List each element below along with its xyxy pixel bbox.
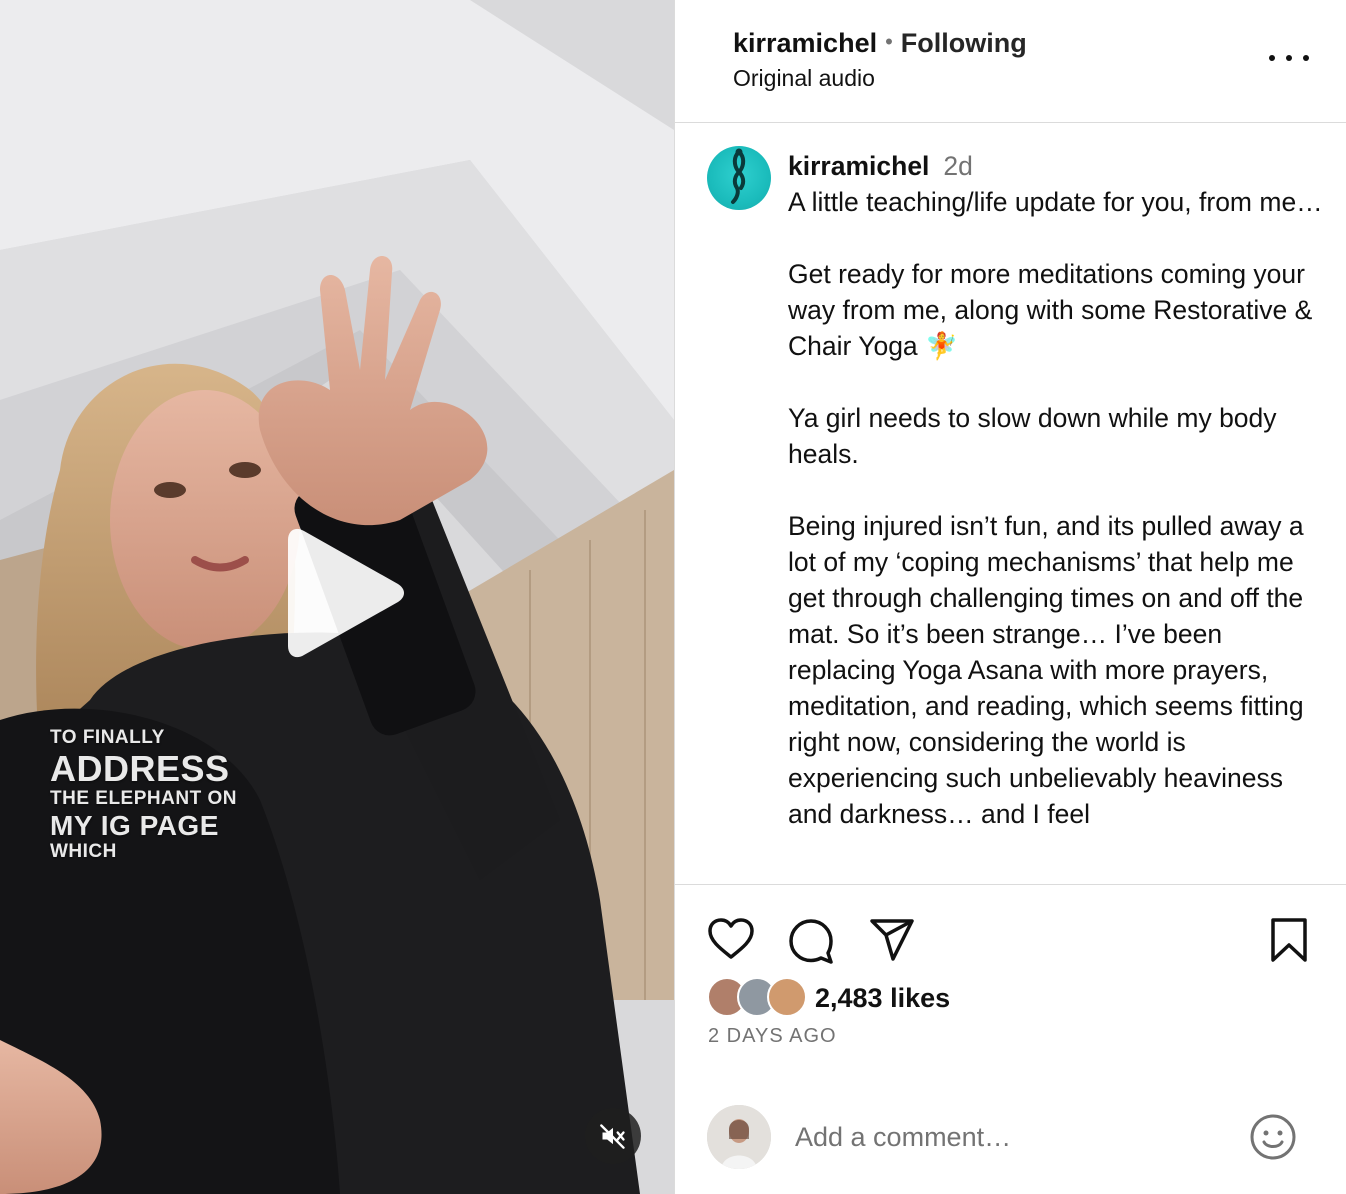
like-button[interactable] bbox=[707, 917, 755, 966]
caption-scroll-area[interactable]: kirramichel 2d A little teaching/life upd… bbox=[675, 124, 1346, 884]
overlay-line: ADDRESS bbox=[50, 748, 230, 789]
caption-paragraph: A little teaching/life update for you, f… bbox=[788, 187, 1323, 217]
comment-icon bbox=[789, 919, 833, 964]
post-time[interactable]: 2d bbox=[943, 151, 972, 181]
caption-paragraph: Ya girl needs to slow down while my body… bbox=[788, 403, 1277, 469]
ellipsis-icon bbox=[1269, 55, 1275, 61]
play-button[interactable] bbox=[278, 526, 408, 660]
more-options-button[interactable] bbox=[1269, 46, 1309, 70]
smiley-icon bbox=[1250, 1114, 1296, 1160]
play-icon bbox=[288, 528, 404, 658]
share-button[interactable] bbox=[869, 917, 915, 968]
avatar bbox=[767, 977, 807, 1017]
separator-dot: • bbox=[885, 29, 893, 54]
comment-button[interactable] bbox=[787, 917, 835, 970]
mute-toggle-button[interactable] bbox=[585, 1108, 641, 1164]
comment-composer bbox=[675, 1103, 1346, 1173]
header-user-line: kirramichel • Following bbox=[733, 28, 1027, 59]
post-header: kirramichel • Following Original audio bbox=[675, 0, 1346, 123]
overlay-line: MY IG PAGE bbox=[50, 810, 219, 841]
likes-count[interactable]: 2,483 likes bbox=[815, 983, 950, 1014]
caption-author-link[interactable]: kirramichel bbox=[788, 151, 929, 181]
paper-plane-icon bbox=[870, 919, 914, 961]
bookmark-icon bbox=[1271, 918, 1307, 962]
following-button[interactable]: Following bbox=[901, 28, 1027, 58]
ellipsis-icon bbox=[1286, 55, 1292, 61]
post-details-panel: kirramichel • Following Original audio kir… bbox=[674, 0, 1346, 1194]
author-avatar[interactable] bbox=[707, 146, 771, 210]
avatar-figure-icon bbox=[731, 148, 746, 204]
audio-link[interactable]: Original audio bbox=[733, 65, 875, 92]
overlay-line: THE ELEPHANT ON bbox=[50, 788, 237, 809]
heart-icon bbox=[708, 918, 754, 959]
save-button[interactable] bbox=[1269, 917, 1309, 968]
ellipsis-icon bbox=[1303, 55, 1309, 61]
overlay-line: WHICH bbox=[50, 841, 117, 862]
emoji-button[interactable] bbox=[1249, 1113, 1297, 1161]
video-text-overlay: TO FINALLY ADDRESS THE ELEPHANT ON MY IG… bbox=[50, 726, 237, 865]
header-username-link[interactable]: kirramichel bbox=[733, 28, 877, 58]
overlay-line: TO FINALLY bbox=[50, 727, 165, 748]
comment-input[interactable] bbox=[795, 1113, 1215, 1161]
post-caption: kirramichel 2d A little teaching/life upd… bbox=[788, 148, 1328, 832]
caption-paragraph: Being injured isn’t fun, and its pulled … bbox=[788, 511, 1304, 829]
caption-paragraph: Get ready for more meditations coming yo… bbox=[788, 259, 1313, 361]
current-user-avatar bbox=[707, 1105, 771, 1169]
post-actions: 2,483 likes 2 days ago bbox=[675, 884, 1346, 1194]
post-date[interactable]: 2 days ago bbox=[708, 1025, 837, 1048]
speaker-muted-icon bbox=[600, 1124, 625, 1149]
reel-video[interactable]: TO FINALLY ADDRESS THE ELEPHANT ON MY IG… bbox=[0, 0, 674, 1194]
